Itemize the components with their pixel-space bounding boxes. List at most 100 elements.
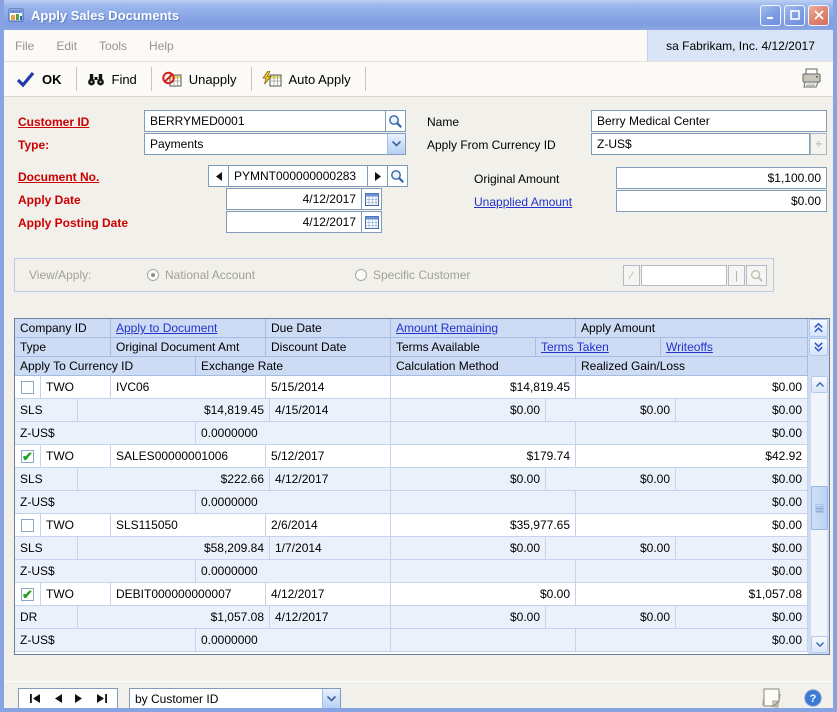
- scroll-up-button[interactable]: [811, 376, 828, 393]
- currency-expansion-button[interactable]: ÷: [810, 133, 827, 155]
- note-button[interactable]: [759, 687, 785, 710]
- apply-posting-date-label: Apply Posting Date: [18, 216, 128, 230]
- writeoffs-cell[interactable]: $0.00: [676, 606, 808, 628]
- doc-row-main: TWODEBIT0000000000074/12/2017$0.00$1,057…: [15, 583, 808, 606]
- view-apply-label: View/Apply:: [29, 268, 91, 282]
- auto-apply-label: Auto Apply: [289, 72, 351, 87]
- terms-taken-cell[interactable]: $0.00: [546, 606, 676, 628]
- apply-to-document-cell: DEBIT000000000007: [111, 583, 266, 605]
- terms-taken-cell[interactable]: $0.00: [546, 399, 676, 421]
- unapply-label: Unapply: [189, 72, 237, 87]
- customer-divider-button: |: [728, 265, 745, 286]
- exchange-rate-cell: 0.0000000: [196, 560, 391, 582]
- apply-date-field[interactable]: 4/12/2017: [226, 188, 382, 210]
- unapply-button[interactable]: Unapply: [156, 67, 247, 92]
- customer-id-field[interactable]: BERRYMED0001: [144, 110, 406, 132]
- menu-edit[interactable]: Edit: [45, 39, 88, 53]
- minimize-icon: [766, 11, 776, 20]
- apply-documents-table: Company ID Apply to Document Due Date Am…: [14, 318, 830, 655]
- terms-taken-cell[interactable]: $0.00: [546, 468, 676, 490]
- nav-next-icon[interactable]: [75, 694, 83, 703]
- next-document-button[interactable]: [367, 166, 387, 186]
- terms-available-cell: $0.00: [391, 606, 546, 628]
- combo-chevron-icon: [327, 696, 336, 702]
- apply-posting-date-field[interactable]: 4/12/2017: [226, 211, 382, 233]
- unapplied-amount-value: $0.00: [617, 194, 826, 208]
- apply-amount-cell[interactable]: $0.00: [576, 514, 808, 536]
- minimize-button[interactable]: [760, 5, 781, 26]
- col-apply-to-document[interactable]: Apply to Document: [111, 319, 266, 337]
- doc-row-main: TWOSLS1150502/6/2014$35,977.65$0.00: [15, 514, 808, 537]
- maximize-button[interactable]: [784, 5, 805, 26]
- find-button[interactable]: Find: [81, 67, 147, 91]
- grid-right-column: [808, 319, 829, 654]
- document-no-label[interactable]: Document No.: [18, 170, 99, 184]
- menubar: File Edit Tools Help sa Fabrikam, Inc. 4…: [4, 30, 833, 62]
- apply-amount-cell[interactable]: $0.00: [576, 376, 808, 398]
- doc-row-detail: SLS$58,209.841/7/2014$0.00$0.00$0.00: [15, 537, 808, 560]
- writeoffs-cell[interactable]: $0.00: [676, 537, 808, 559]
- menu-file[interactable]: File: [4, 39, 45, 53]
- scrollbar-thumb[interactable]: [811, 486, 828, 530]
- menu-tools[interactable]: Tools: [88, 39, 138, 53]
- view-apply-panel: View/Apply: National Account Specific Cu…: [14, 258, 774, 292]
- col-writeoffs[interactable]: Writeoffs: [661, 338, 808, 356]
- sort-dropdown-button[interactable]: [322, 689, 340, 708]
- writeoffs-cell[interactable]: $0.00: [676, 468, 808, 490]
- col-apply-to-currency-id: Apply To Currency ID: [15, 357, 196, 375]
- ok-button[interactable]: OK: [10, 67, 72, 92]
- amount-remaining-cell: $35,977.65: [391, 514, 576, 536]
- calendar-icon: [365, 216, 379, 229]
- apply-checkbox[interactable]: [21, 588, 34, 601]
- type-dropdown-button[interactable]: [387, 134, 405, 154]
- original-document-amt-cell: $1,057.08: [78, 606, 270, 628]
- doc-row-detail: SLS$222.664/12/2017$0.00$0.00$0.00: [15, 468, 808, 491]
- auto-apply-button[interactable]: Auto Apply: [256, 67, 361, 92]
- customer-id-label[interactable]: Customer ID: [18, 115, 89, 129]
- col-company-id: Company ID: [15, 319, 111, 337]
- scroll-down-button[interactable]: [811, 636, 828, 653]
- doc-row-currency: Z-US$0.0000000$0.00: [15, 491, 808, 514]
- realized-gain-loss-cell: $0.00: [576, 560, 808, 582]
- expand-detail-button[interactable]: [809, 338, 828, 356]
- apply-date-calendar-button[interactable]: [361, 189, 381, 209]
- previous-document-button[interactable]: [209, 166, 229, 186]
- toolbar-separator: [365, 67, 366, 91]
- print-button[interactable]: [801, 68, 823, 91]
- close-button[interactable]: [808, 5, 829, 26]
- lookup-magnifier-icon: [390, 169, 405, 184]
- col-terms-available: Terms Available: [391, 338, 536, 356]
- original-amount-field: $1,100.00: [616, 167, 827, 189]
- help-icon: ?: [804, 689, 822, 707]
- nav-first-icon[interactable]: [30, 694, 41, 703]
- menu-help[interactable]: Help: [138, 39, 185, 53]
- apply-checkbox-cell: [15, 376, 41, 398]
- col-terms-taken[interactable]: Terms Taken: [536, 338, 661, 356]
- apply-from-currency-value: Z-US$: [592, 137, 809, 151]
- apply-checkbox-cell: [15, 583, 41, 605]
- col-amount-remaining[interactable]: Amount Remaining: [391, 319, 576, 337]
- apply-checkbox[interactable]: [21, 450, 34, 463]
- apply-checkbox[interactable]: [21, 519, 34, 532]
- col-due-date: Due Date: [266, 319, 391, 337]
- apply-posting-date-calendar-button[interactable]: [361, 212, 381, 232]
- sort-by-dropdown[interactable]: by Customer ID: [129, 688, 341, 709]
- apply-checkbox[interactable]: [21, 381, 34, 394]
- help-button[interactable]: ?: [804, 689, 822, 707]
- apply-to-currency-cell: Z-US$: [15, 422, 196, 444]
- writeoffs-cell[interactable]: $0.00: [676, 399, 808, 421]
- vertical-scrollbar[interactable]: [810, 376, 827, 653]
- type-dropdown[interactable]: Payments: [144, 133, 406, 155]
- customer-id-lookup-button[interactable]: [385, 111, 405, 131]
- apply-amount-cell[interactable]: $1,057.08: [576, 583, 808, 605]
- terms-taken-cell[interactable]: $0.00: [546, 537, 676, 559]
- nav-prev-icon[interactable]: [54, 694, 62, 703]
- document-no-lookup-button[interactable]: [387, 166, 407, 186]
- find-label: Find: [112, 72, 137, 87]
- document-no-control[interactable]: PYMNT000000000283: [208, 165, 408, 187]
- unapplied-amount-link[interactable]: Unapplied Amount: [474, 195, 572, 209]
- nav-last-icon[interactable]: [96, 694, 107, 703]
- apply-amount-cell[interactable]: $42.92: [576, 445, 808, 467]
- collapse-detail-button[interactable]: [809, 319, 828, 337]
- terms-available-cell: $0.00: [391, 468, 546, 490]
